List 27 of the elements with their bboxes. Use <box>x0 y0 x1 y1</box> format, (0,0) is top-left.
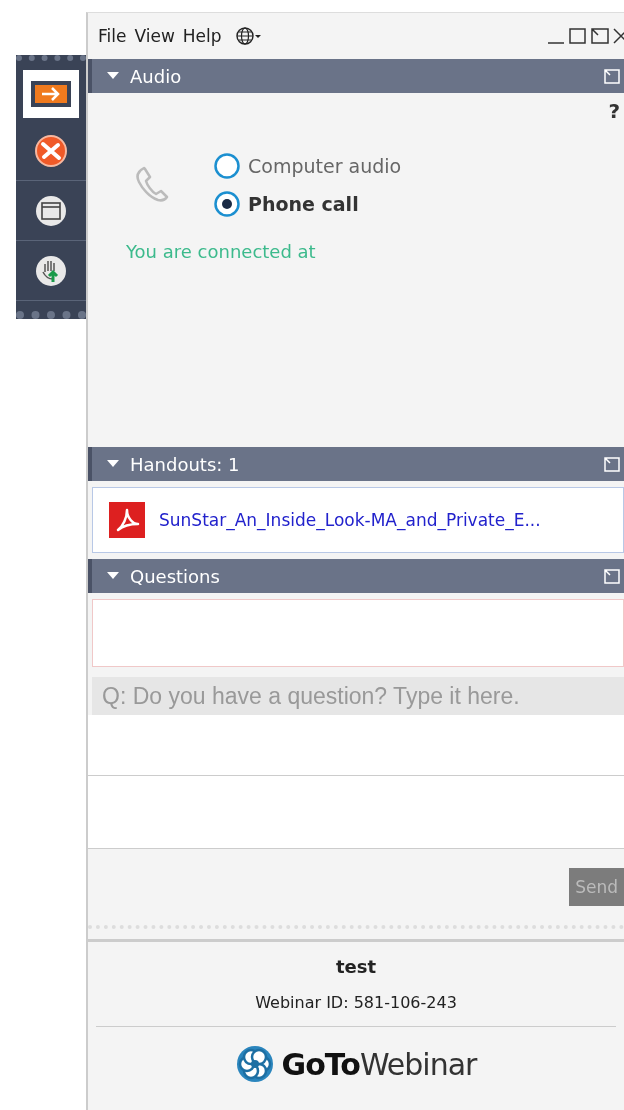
pdf-icon <box>109 502 145 538</box>
panel-header[interactable]: Questions <box>88 559 624 593</box>
panel-header[interactable]: Handouts: 1 <box>88 447 624 481</box>
radio-button[interactable] <box>214 191 240 217</box>
panel-title: Audio <box>130 65 182 87</box>
popout-icon[interactable] <box>590 27 610 45</box>
close-icon[interactable] <box>612 27 624 45</box>
toolbar-button[interactable] <box>20 67 82 121</box>
radio-option[interactable]: Phone call <box>214 191 402 217</box>
question-field[interactable]: Q: Do you have a question? Type it here. <box>92 677 624 715</box>
radio-option[interactable]: Computer audio <box>214 153 402 179</box>
maximize-icon[interactable] <box>568 27 588 45</box>
panel-header[interactable]: Audio <box>88 59 624 93</box>
panel-title: Questions <box>130 565 220 587</box>
menu-item[interactable]: File <box>98 26 127 46</box>
panel-title: Handouts: 1 <box>130 453 240 475</box>
connection-status: You are connected at <box>126 241 317 262</box>
help-link[interactable]: ? <box>608 99 620 123</box>
webinar-title: test <box>335 956 377 977</box>
globe-icon[interactable] <box>235 26 262 46</box>
handout-item[interactable]: SunStar_An_Inside_Look-MA_and_Private_E... <box>92 487 624 553</box>
brand-wordmark: GoToWebinar <box>281 1046 477 1082</box>
menu-item[interactable]: View <box>134 26 175 46</box>
webinar-id: Webinar ID: 581-106-243 <box>96 993 616 1027</box>
flower-logo-icon <box>235 1045 274 1083</box>
menu-item[interactable]: Help <box>182 26 222 46</box>
radio-button[interactable] <box>214 153 240 179</box>
